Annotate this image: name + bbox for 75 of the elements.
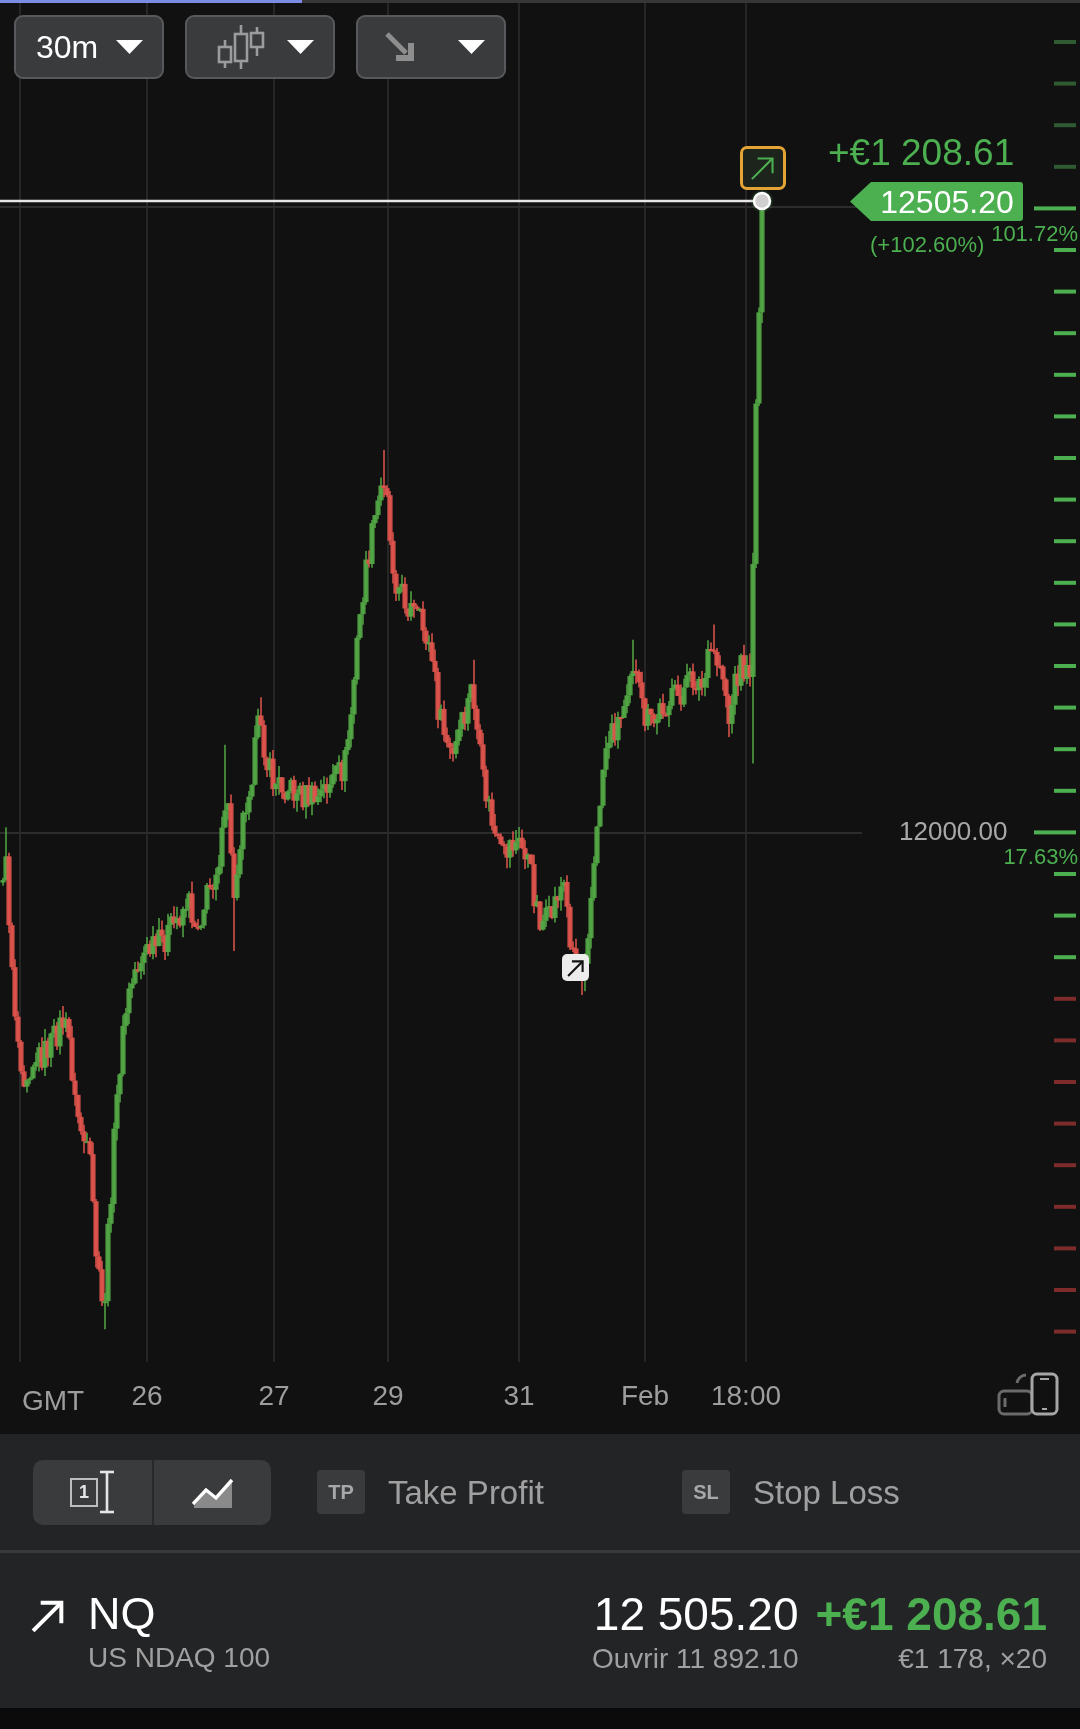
area-chart-icon [191,1476,234,1508]
time-axis-label: 29 [372,1382,404,1410]
open-price: Ouvrir 11 892.10 [592,1645,799,1673]
scale-percent: 101.72% [991,223,1078,245]
take-profit-label: Take Profit [388,1475,544,1509]
arrow-up-right-icon [562,954,589,981]
price-dot-icon [750,189,774,213]
chart-mode-button[interactable] [152,1459,271,1525]
scale-tick [1034,830,1076,835]
instrument-symbol: NQ [88,1591,156,1636]
caret-down-icon [458,40,485,54]
scale-tick [1054,580,1076,585]
percent-change: (+102.60%) [870,234,985,256]
position-profit: +€1 208.61 [815,1591,1047,1637]
drawing-tool-dropdown[interactable] [356,15,506,79]
time-axis-label: Feb [620,1382,670,1410]
rotate-device-icon[interactable] [997,1372,1059,1416]
scale-tick [1054,705,1076,710]
scale-tick [1054,372,1076,377]
caret-down-icon [287,40,314,54]
candlestick-icon [217,24,265,70]
chart-type-dropdown[interactable] [185,15,335,79]
scale-tick [1054,1163,1076,1168]
current-price-tag: 12505.20 [850,182,1023,221]
time-axis-label: 31 [503,1382,535,1410]
margin-leverage: €1 178, ×20 [898,1645,1047,1673]
scale-tick [1034,206,1076,211]
instrument-name: US NDAQ 100 [88,1644,271,1672]
scale-tick [1054,497,1076,502]
scale-tick [1054,747,1076,752]
scale-tick [1054,664,1076,668]
scale-tick [1054,788,1076,793]
quantity-mode-button[interactable]: 1 [33,1459,152,1525]
scale-tick [1054,40,1076,44]
unit-count-label: 1 [70,1477,98,1507]
arrow-up-right-icon [31,1598,66,1633]
scale-tick [1054,1121,1076,1126]
timeframe-label: 30m [36,31,99,63]
time-axis-label: 26 [131,1382,163,1410]
profit-amount: +€1 208.61 [828,134,1015,171]
scale-tick [1054,622,1076,627]
scale-tick [1054,123,1076,128]
scale-tick [1054,289,1076,294]
caret-down-icon [116,40,143,54]
price-axis-label: 12000.00 [899,818,1008,844]
time-axis-label: 18:00 [710,1382,782,1410]
tp-tag: TP [317,1470,365,1514]
scale-tick [1054,1329,1076,1334]
stop-loss-label: Stop Loss [753,1475,900,1509]
sl-tag: SL [682,1470,730,1514]
scale-tick [1054,164,1076,169]
scale-tick [1054,1038,1076,1043]
scale-tick [1054,996,1076,1001]
scale-tick [1054,456,1076,460]
scale-tick [1054,872,1076,876]
arrow-down-right-icon [385,32,415,62]
scale-tick [1054,248,1076,252]
stop-loss-button[interactable]: SL Stop Loss [682,1459,1047,1525]
text-cursor-icon [99,1470,115,1514]
scale-tick [1054,81,1076,86]
scale-tick [1054,414,1076,419]
time-axis-label: 27 [258,1382,290,1410]
scale-tick [1054,1246,1076,1251]
scale-tick [1054,1204,1076,1209]
scale-tick [1054,913,1076,918]
timezone-label: GMT [22,1387,85,1415]
scale-tick [1054,539,1076,544]
timeframe-dropdown[interactable]: 30m [14,15,164,79]
position-price: 12 505.20 [593,1591,799,1637]
scale-tick [1054,1080,1076,1084]
scale-tick [1054,955,1076,960]
take-profit-button[interactable]: TP Take Profit [317,1459,682,1525]
scale-tick [1054,1288,1076,1292]
scale-percent: 17.63% [1003,846,1078,868]
scale-tick [1054,331,1076,336]
